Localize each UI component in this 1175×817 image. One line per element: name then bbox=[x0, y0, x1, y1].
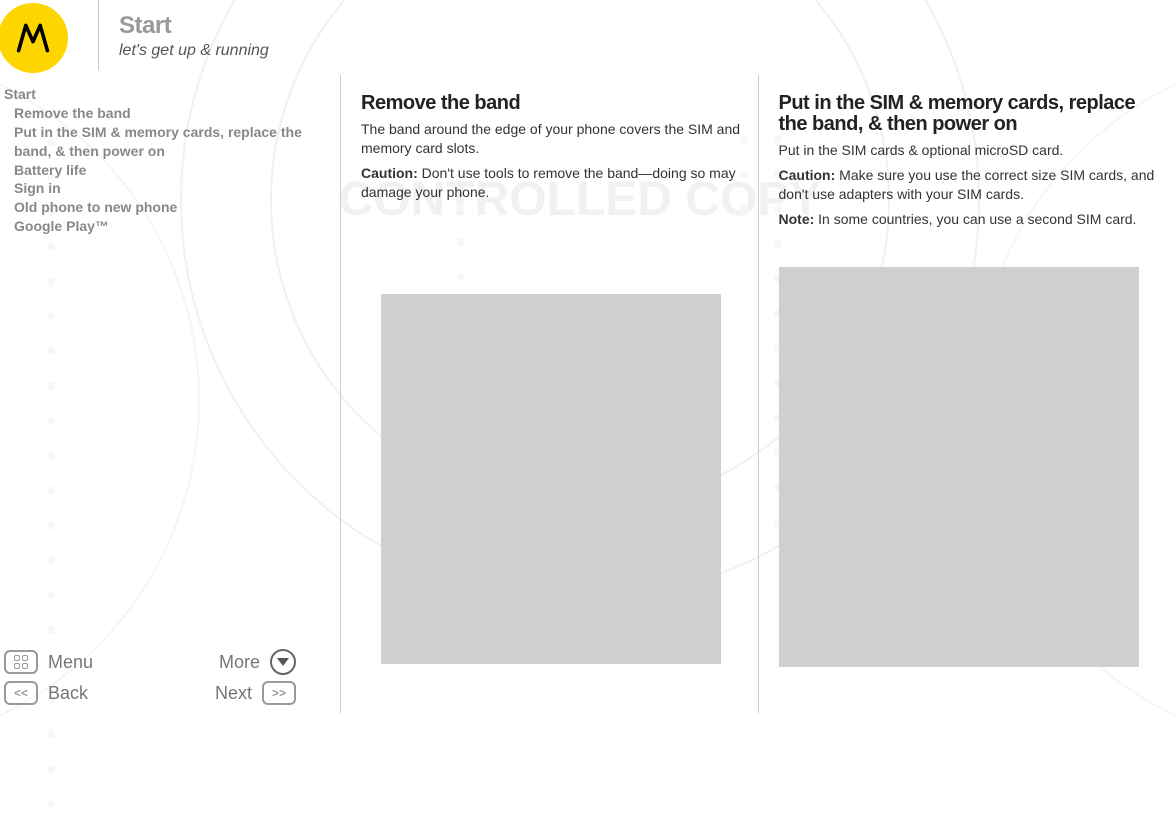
page-header: Start let's get up & running bbox=[0, 0, 1175, 75]
back-icon: << bbox=[4, 681, 38, 705]
col2-heading: Put in the SIM & memory cards, replace t… bbox=[779, 93, 1160, 135]
col1-caution: Caution: Don't use tools to remove the b… bbox=[361, 164, 742, 202]
back-label: Back bbox=[48, 683, 88, 704]
menu-icon bbox=[4, 650, 38, 674]
column-sim-power: Put in the SIM & memory cards, replace t… bbox=[758, 75, 1175, 713]
nav-item-remove-band[interactable]: Remove the band bbox=[4, 104, 336, 123]
footer-nav: Menu More << Back Next >> bbox=[0, 643, 340, 705]
motorola-logo bbox=[0, 3, 68, 73]
nav-item-google-play[interactable]: Google Play™ bbox=[4, 217, 336, 236]
more-label: More bbox=[219, 652, 260, 673]
nav-item-signin[interactable]: Sign in bbox=[4, 179, 336, 198]
more-icon bbox=[270, 649, 296, 675]
col2-p1: Put in the SIM cards & optional microSD … bbox=[779, 141, 1160, 160]
motorola-m-icon bbox=[15, 20, 51, 56]
next-icon: >> bbox=[262, 681, 296, 705]
content-columns: Remove the band The band around the edge… bbox=[340, 75, 1175, 713]
image-placeholder-remove-band bbox=[381, 294, 721, 664]
next-label: Next bbox=[215, 683, 252, 704]
nav-item-sim-power[interactable]: Put in the SIM & memory cards, replace t… bbox=[4, 123, 336, 161]
menu-label: Menu bbox=[48, 652, 93, 673]
col1-heading: Remove the band bbox=[361, 93, 742, 114]
nav-item-start[interactable]: Start bbox=[4, 85, 336, 104]
col2-note: Note: In some countries, you can use a s… bbox=[779, 210, 1160, 229]
column-remove-band: Remove the band The band around the edge… bbox=[341, 75, 758, 713]
image-placeholder-sim bbox=[779, 267, 1139, 667]
nav-item-old-phone[interactable]: Old phone to new phone bbox=[4, 198, 336, 217]
back-button[interactable]: << Back bbox=[4, 681, 88, 705]
col1-p1: The band around the edge of your phone c… bbox=[361, 120, 742, 158]
menu-button[interactable]: Menu bbox=[4, 650, 93, 674]
nav-item-battery[interactable]: Battery life bbox=[4, 161, 336, 180]
next-button[interactable]: Next >> bbox=[215, 681, 296, 705]
page-title: Start bbox=[119, 12, 269, 40]
nav-list: Start Remove the band Put in the SIM & m… bbox=[0, 75, 340, 236]
page-subtitle: let's get up & running bbox=[119, 42, 269, 60]
col2-caution: Caution: Make sure you use the correct s… bbox=[779, 166, 1160, 204]
more-button[interactable]: More bbox=[219, 649, 296, 675]
sidebar: Start Remove the band Put in the SIM & m… bbox=[0, 75, 340, 713]
